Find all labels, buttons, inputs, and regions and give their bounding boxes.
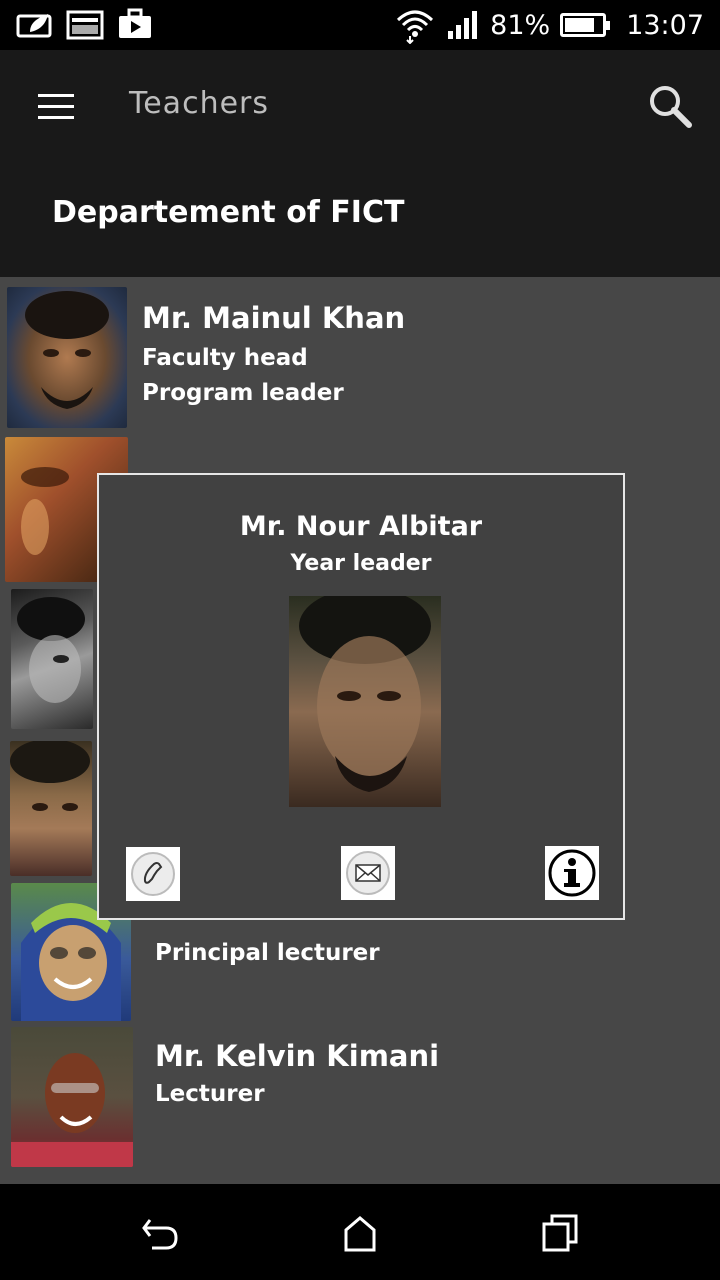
phone-icon xyxy=(131,852,175,896)
leaf-notification-icon xyxy=(16,14,52,38)
teacher-role-secondary: Program leader xyxy=(142,380,344,406)
email-icon xyxy=(346,851,390,895)
info-icon xyxy=(548,849,596,897)
system-status: 81% 13:07 xyxy=(394,6,704,44)
dialog-teacher-role: Year leader xyxy=(290,551,432,576)
department-title: Departement of FICT xyxy=(52,195,405,230)
avatar xyxy=(11,1027,133,1167)
signal-icon xyxy=(448,11,478,39)
battery-percent: 81% xyxy=(490,9,551,41)
teacher-detail-dialog: Mr. Nour Albitar Year leader xyxy=(97,473,625,920)
navigation-bar xyxy=(0,1184,720,1280)
clock: 13:07 xyxy=(626,9,704,41)
recents-icon[interactable] xyxy=(536,1210,584,1254)
app-bar: Teachers Departement of FICT xyxy=(0,50,720,277)
avatar xyxy=(11,589,93,729)
teacher-role: Principal lecturer xyxy=(155,940,380,966)
list-item[interactable]: Mr. Kelvin Kimani Lecturer xyxy=(0,1027,720,1172)
briefcase-notification-icon xyxy=(119,8,151,38)
battery-icon xyxy=(560,13,611,37)
battery-fill xyxy=(565,18,595,32)
teacher-name: Mr. Kelvin Kimani xyxy=(155,1039,440,1073)
list-item[interactable]: Mr. Mainul Khan Faculty head Program lea… xyxy=(0,285,720,430)
search-icon[interactable] xyxy=(646,82,694,130)
info-button[interactable] xyxy=(545,846,599,900)
status-bar: 81% 13:07 xyxy=(0,0,720,50)
avatar xyxy=(10,741,92,876)
wifi-icon xyxy=(397,10,434,44)
dialog-teacher-name: Mr. Nour Albitar xyxy=(239,511,483,542)
call-button[interactable] xyxy=(126,847,180,901)
gallery-notification-icon xyxy=(66,10,104,40)
hamburger-menu-icon[interactable] xyxy=(38,94,74,120)
email-button[interactable] xyxy=(341,846,395,900)
app-title: Teachers xyxy=(129,86,269,121)
teacher-role: Lecturer xyxy=(155,1081,265,1107)
back-icon[interactable] xyxy=(136,1210,184,1254)
teacher-name: Mr. Mainul Khan xyxy=(142,301,406,335)
teacher-role: Faculty head xyxy=(142,345,308,371)
dialog-teacher-photo xyxy=(289,596,441,807)
home-icon[interactable] xyxy=(336,1210,384,1254)
avatar xyxy=(7,287,127,428)
notification-icons xyxy=(16,8,154,40)
